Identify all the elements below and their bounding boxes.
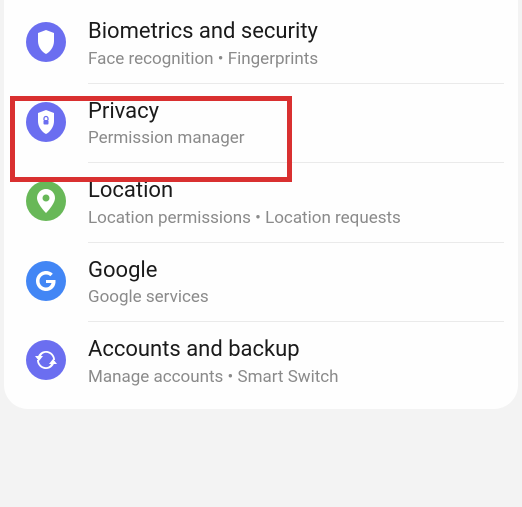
settings-item-location[interactable]: Location Location permissions • Location…	[4, 163, 518, 242]
settings-item-accounts[interactable]: Accounts and backup Manage accounts • Sm…	[4, 322, 518, 401]
settings-item-subtitle: Location permissions • Location requests	[88, 208, 498, 228]
settings-item-subtitle: Manage accounts • Smart Switch	[88, 367, 498, 387]
location-pin-icon	[26, 181, 66, 221]
settings-item-subtitle: Google services	[88, 287, 498, 307]
settings-list: Biometrics and security Face recognition…	[4, 0, 518, 409]
sync-icon	[26, 340, 66, 380]
settings-item-title: Privacy	[88, 98, 498, 127]
settings-item-title: Google	[88, 257, 498, 286]
settings-item-text: Accounts and backup Manage accounts • Sm…	[88, 336, 498, 387]
settings-item-text: Google Google services	[88, 257, 498, 308]
settings-item-title: Biometrics and security	[88, 18, 498, 47]
settings-item-google[interactable]: Google Google services	[4, 243, 518, 322]
settings-item-title: Accounts and backup	[88, 336, 498, 365]
privacy-shield-icon	[26, 102, 66, 142]
settings-item-title: Location	[88, 177, 498, 206]
settings-item-text: Biometrics and security Face recognition…	[88, 18, 498, 69]
settings-item-privacy[interactable]: Privacy Permission manager	[4, 84, 518, 163]
settings-item-biometrics[interactable]: Biometrics and security Face recognition…	[4, 4, 518, 83]
google-icon	[26, 261, 66, 301]
settings-item-subtitle: Face recognition • Fingerprints	[88, 49, 498, 69]
settings-item-subtitle: Permission manager	[88, 128, 498, 148]
settings-item-text: Privacy Permission manager	[88, 98, 498, 149]
shield-icon	[26, 22, 66, 62]
settings-item-text: Location Location permissions • Location…	[88, 177, 498, 228]
